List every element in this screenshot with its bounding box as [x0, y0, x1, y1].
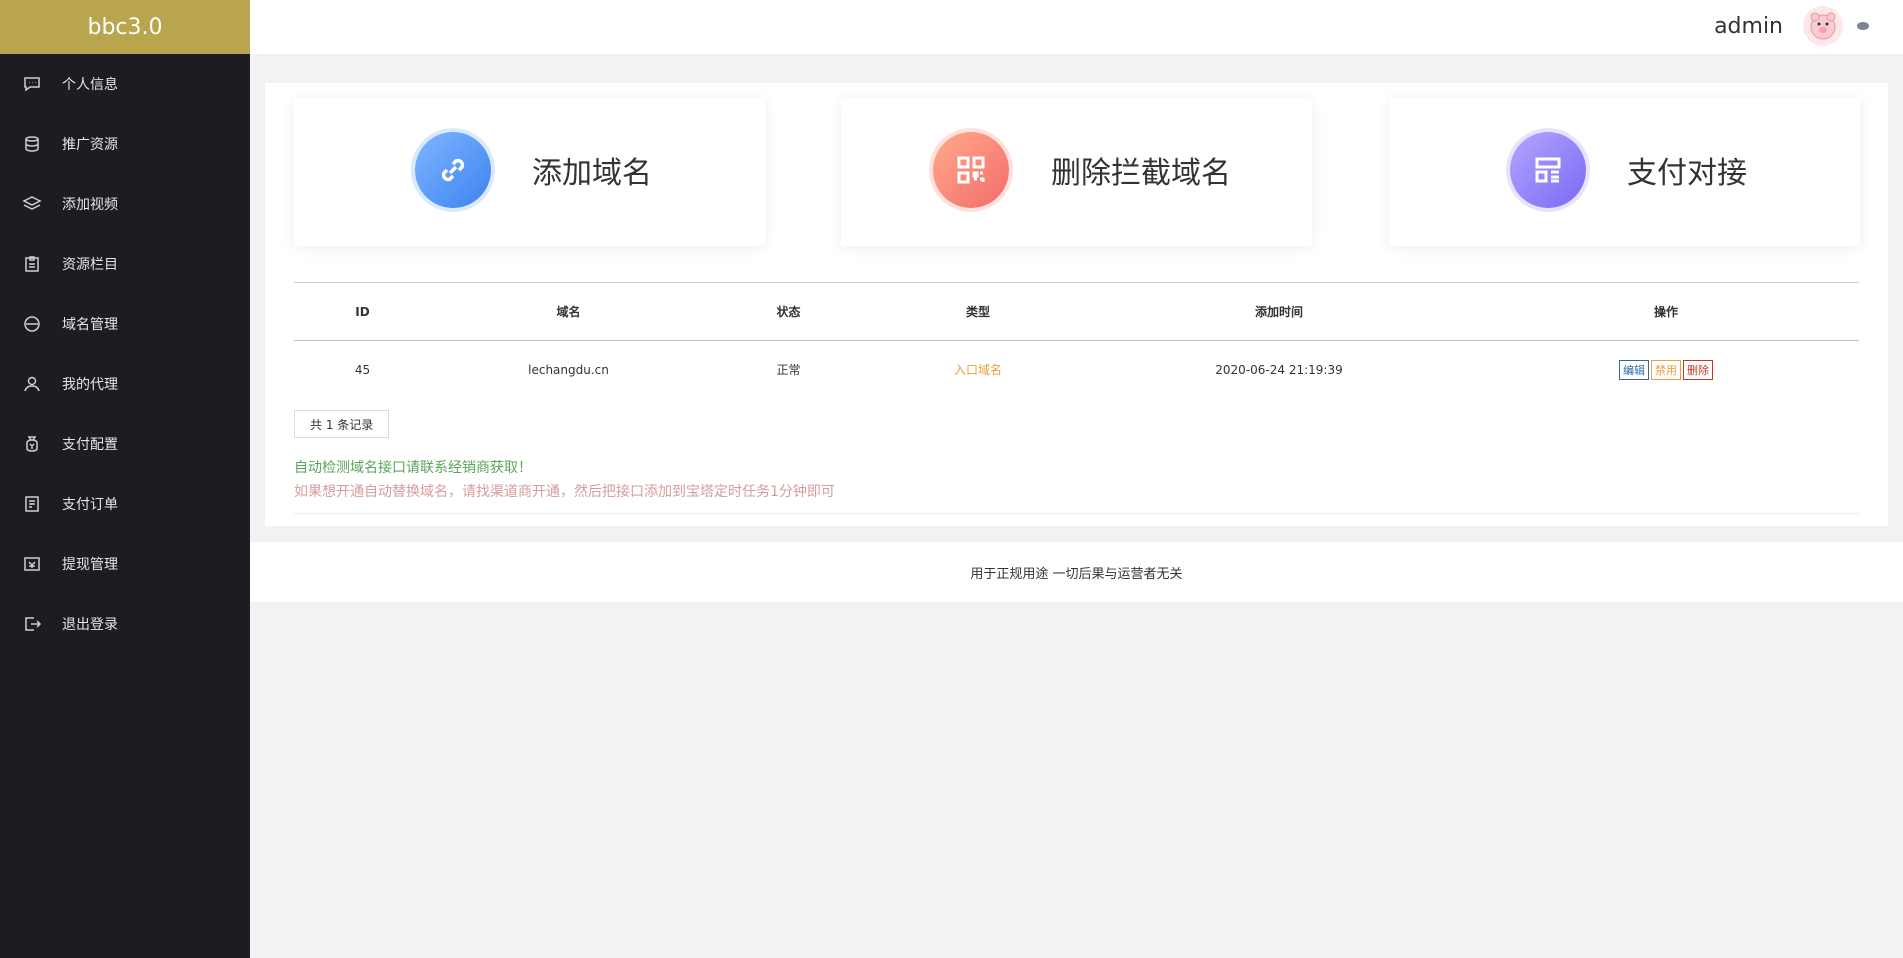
sidebar-item-label: 我的代理: [62, 377, 118, 393]
auto-detect-note: 自动检测域名接口请联系经销商获取！: [294, 460, 532, 476]
table-header-row: ID 域名 状态 类型 添加时间 操作: [294, 282, 1859, 341]
layout-icon: [1510, 132, 1586, 208]
sidebar-item-label: 支付配置: [62, 437, 118, 453]
money-bag-icon: [17, 433, 47, 455]
col-id: ID: [294, 282, 431, 341]
col-domain: 域名: [431, 282, 706, 341]
top-header: admin: [250, 0, 1903, 54]
col-status: 状态: [706, 282, 871, 341]
withdraw-icon: [17, 553, 47, 575]
clipboard-icon: [17, 253, 47, 275]
order-icon: [17, 493, 47, 515]
sidebar-item-promo-resources[interactable]: 推广资源: [0, 114, 250, 174]
sidebar-item-label: 提现管理: [62, 557, 118, 573]
sidebar-item-my-agents[interactable]: 我的代理: [0, 354, 250, 414]
delete-button[interactable]: 删除: [1683, 359, 1713, 380]
sidebar-item-withdrawals[interactable]: 提现管理: [0, 534, 250, 594]
username[interactable]: admin: [1714, 14, 1783, 39]
sidebar: bbc3.0 个人信息 推广资源 添加视频 资源栏目 域名管理 我的代理 支付配…: [0, 0, 250, 958]
sidebar-item-add-video[interactable]: 添加视频: [0, 174, 250, 234]
divider: [294, 513, 1859, 514]
sidebar-nav: 个人信息 推广资源 添加视频 资源栏目 域名管理 我的代理 支付配置 支付订单: [0, 54, 250, 654]
message-icon: [17, 73, 47, 95]
sidebar-item-domain-management[interactable]: 域名管理: [0, 294, 250, 354]
qrcode-icon: [933, 132, 1009, 208]
sidebar-item-label: 推广资源: [62, 137, 118, 153]
sidebar-item-label: 资源栏目: [62, 257, 118, 273]
delete-blocked-domain-card[interactable]: 删除拦截域名: [841, 98, 1312, 246]
payment-integration-card[interactable]: 支付对接: [1389, 98, 1860, 246]
sidebar-item-resource-columns[interactable]: 资源栏目: [0, 234, 250, 294]
sidebar-item-label: 添加视频: [62, 197, 118, 213]
user-icon: [17, 373, 47, 395]
sidebar-item-logout[interactable]: 退出登录: [0, 594, 250, 654]
cell-actions: 编辑 禁用 删除: [1473, 341, 1859, 399]
sidebar-item-profile[interactable]: 个人信息: [0, 54, 250, 114]
sidebar-item-label: 域名管理: [62, 317, 118, 333]
cell-time: 2020-06-24 21:19:39: [1215, 362, 1343, 377]
cell-status: 正常: [776, 363, 801, 378]
auto-replace-note: 如果想开通自动替换域名，请找渠道商开通，然后把接口添加到宝塔定时任务1分钟即可: [294, 484, 835, 500]
link-icon: [415, 132, 491, 208]
sidebar-item-payment-config[interactable]: 支付配置: [0, 414, 250, 474]
sidebar-item-label: 退出登录: [62, 617, 118, 633]
col-type: 类型: [871, 282, 1085, 341]
domain-table: ID 域名 状态 类型 添加时间 操作 45 lechangdu.cn 正常 入…: [294, 282, 1859, 399]
cell-id: 45: [354, 362, 371, 377]
www-icon: [17, 313, 47, 335]
avatar[interactable]: [1803, 6, 1843, 46]
quick-action-cards: 添加域名 删除拦截域名 支付对接: [294, 98, 1860, 246]
cell-domain: lechangdu.cn: [528, 362, 609, 377]
add-domain-card[interactable]: 添加域名: [294, 98, 765, 246]
brand-logo[interactable]: bbc3.0: [0, 0, 250, 54]
table-row: 45 lechangdu.cn 正常 入口域名 2020-06-24 21:19…: [294, 341, 1859, 399]
layers-icon: [17, 193, 47, 215]
settings-dot-icon[interactable]: [1857, 22, 1869, 30]
col-added-time: 添加时间: [1085, 282, 1473, 341]
sidebar-item-label: 支付订单: [62, 497, 118, 513]
card-label: 删除拦截域名: [1051, 156, 1231, 191]
disable-button[interactable]: 禁用: [1651, 359, 1681, 380]
main-panel: 添加域名 删除拦截域名 支付对接 ID 域名 状态 类型 添加时间 操作 45 …: [265, 83, 1888, 526]
sidebar-item-payment-orders[interactable]: 支付订单: [0, 474, 250, 534]
cell-type: 入口域名: [953, 363, 1002, 378]
edit-button[interactable]: 编辑: [1619, 359, 1649, 380]
footer: 用于正规用途 一切后果与运营者无关: [250, 542, 1903, 602]
record-count: 共 1 条记录: [294, 410, 390, 438]
sidebar-item-label: 个人信息: [62, 77, 118, 93]
pig-avatar-icon: [1810, 12, 1836, 40]
user-menu[interactable]: admin: [1714, 6, 1869, 46]
card-label: 添加域名: [532, 156, 652, 191]
logout-icon: [17, 613, 47, 635]
col-actions: 操作: [1473, 282, 1859, 341]
coins-icon: [17, 133, 47, 155]
card-label: 支付对接: [1627, 156, 1747, 191]
